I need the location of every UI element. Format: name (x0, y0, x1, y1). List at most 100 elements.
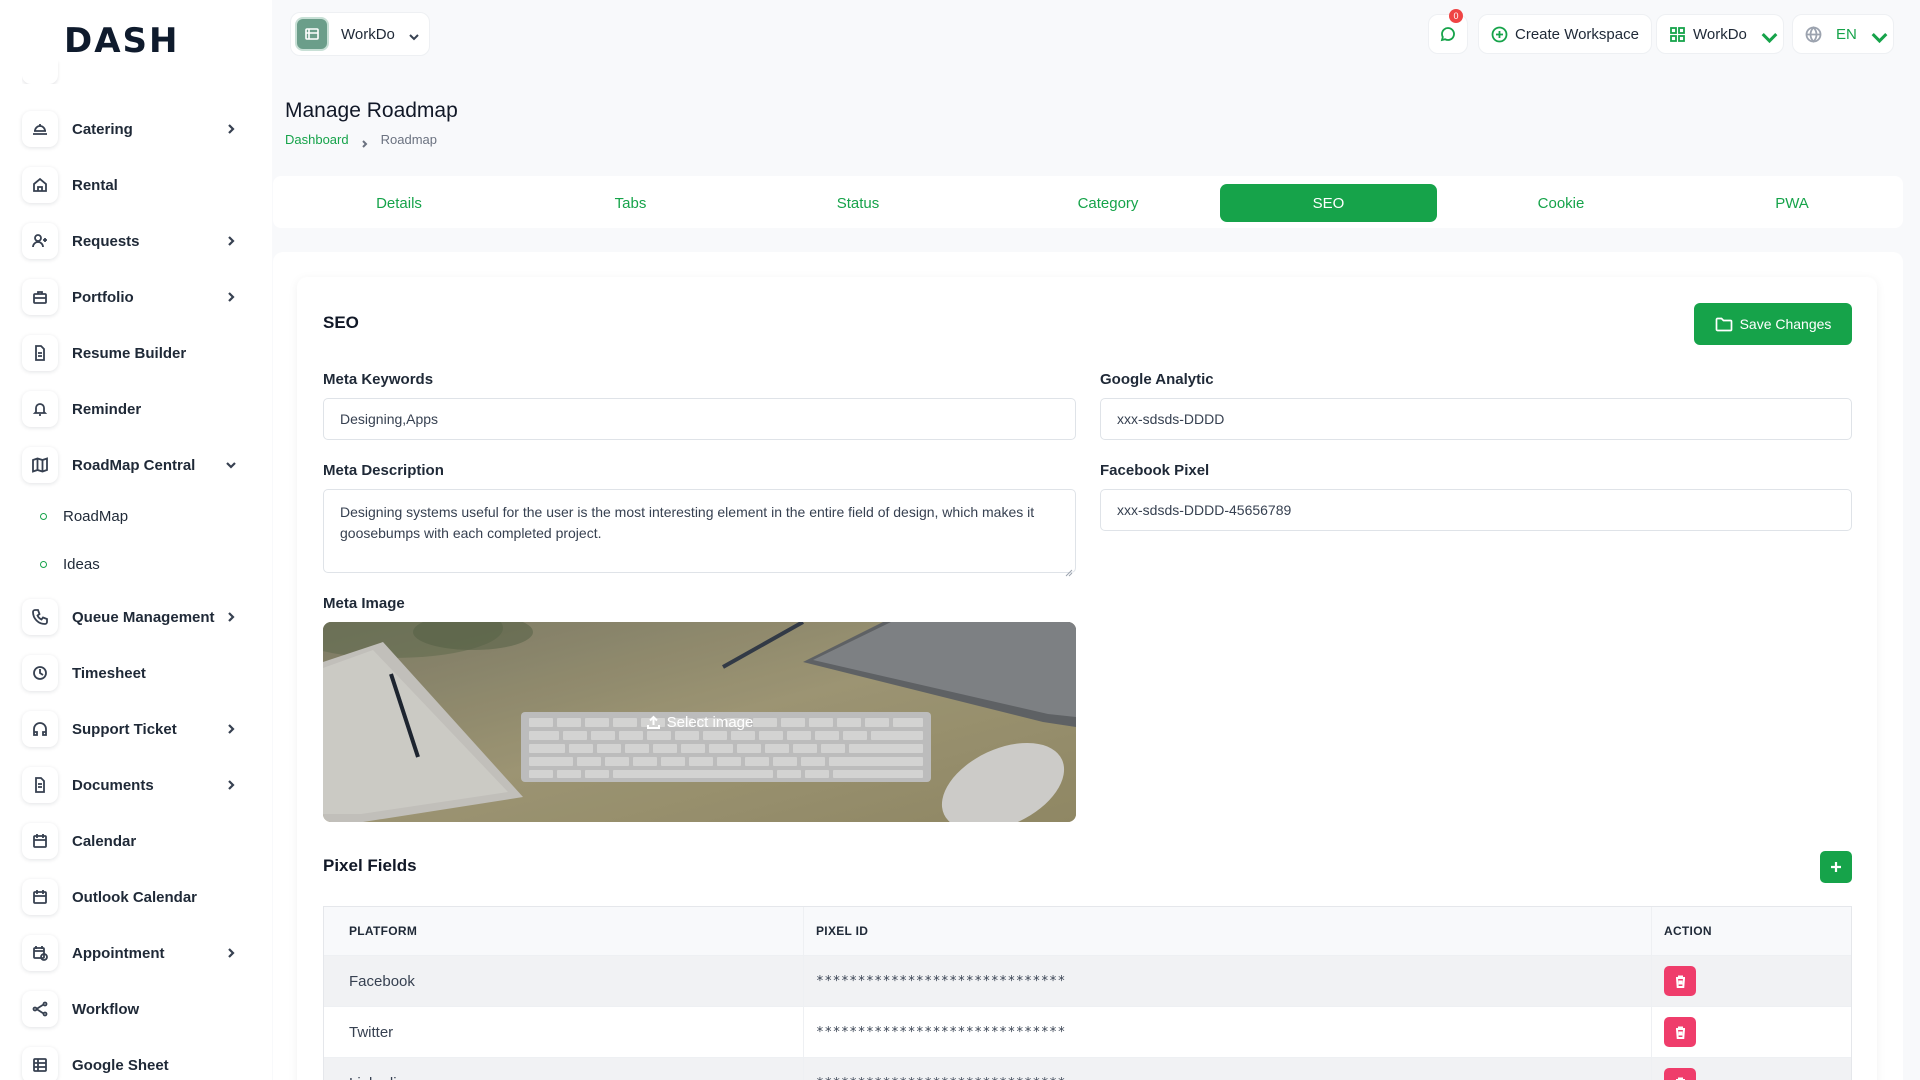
sidebar-item-label: Requests (72, 232, 140, 250)
facebook-pixel-input[interactable]: xxx-sdsds-DDDD-45656789 (1100, 489, 1852, 531)
sidebar-subitem-label: Ideas (63, 555, 100, 573)
breadcrumb-dashboard-link[interactable]: Dashboard (285, 132, 349, 147)
delete-button[interactable] (1664, 966, 1696, 996)
table-row: Linkedin ****************************** (324, 1057, 1851, 1080)
pixel-id-cell: ****************************** (804, 1007, 1652, 1057)
plus-icon (1831, 862, 1841, 872)
catering-icon (22, 111, 58, 147)
sidebar-subitem-roadmap[interactable]: RoadMap (40, 504, 128, 528)
trash-icon (1675, 1026, 1685, 1039)
sidebar-subitem-ideas[interactable]: Ideas (40, 552, 100, 576)
pixel-fields-table: PLATFORM PIXEL ID ACTION Facebook ******… (323, 906, 1852, 1080)
tab-details[interactable]: Details (273, 184, 525, 222)
sidebar-item-requests[interactable]: Requests (22, 219, 238, 263)
sidebar-item-label: Rental (72, 176, 118, 194)
hidden-item-icon (22, 60, 58, 84)
globe-icon (1805, 25, 1822, 43)
language-label: EN (1836, 25, 1857, 43)
save-changes-label: Save Changes (1739, 316, 1832, 332)
sidebar-item-appointment[interactable]: Appointment (22, 931, 238, 975)
select-image-button[interactable]: Select image (323, 622, 1076, 822)
trash-icon (1675, 975, 1685, 988)
workspace-switch-button[interactable]: WorkDo (1656, 14, 1784, 54)
headphones-icon (22, 711, 58, 747)
add-pixel-button[interactable] (1820, 851, 1852, 883)
sidebar-item-label: Outlook Calendar (72, 888, 198, 906)
action-cell (1652, 1007, 1851, 1057)
resize-handle-icon[interactable] (1065, 562, 1073, 577)
sidebar-item-queue-management[interactable]: Queue Management (22, 595, 238, 639)
delete-button[interactable] (1664, 1017, 1696, 1047)
meta-description-textarea[interactable]: Designing systems useful for the user is… (323, 489, 1076, 577)
meta-keywords-label: Meta Keywords (323, 371, 434, 388)
clock-icon (22, 655, 58, 691)
table-header: PLATFORM PIXEL ID ACTION (324, 907, 1851, 955)
action-cell (1652, 1058, 1851, 1080)
sidebar-item-resume-builder[interactable]: Resume Builder (22, 331, 238, 375)
file-icon (22, 335, 58, 371)
delete-button[interactable] (1664, 1068, 1696, 1080)
sidebar-item-workflow[interactable]: Workflow (22, 987, 238, 1031)
sidebar-item-roadmap-central[interactable]: RoadMap Central (22, 443, 238, 487)
language-selector[interactable]: EN (1792, 14, 1894, 54)
sidebar-item-label: Timesheet (72, 664, 146, 682)
sidebar-item-hidden (22, 60, 238, 84)
sidebar-item-label: Google Sheet (72, 1056, 169, 1074)
breadcrumb: Dashboard Roadmap (285, 132, 437, 148)
pixel-id-cell: ****************************** (804, 956, 1652, 1006)
sidebar: DASH Catering Rental Requests Portfolio (0, 0, 272, 1080)
workspace-selector[interactable]: WorkDo (290, 12, 430, 56)
chevron-down-icon (1761, 29, 1778, 44)
briefcase-icon (22, 279, 58, 315)
sidebar-item-label: Portfolio (72, 288, 134, 306)
bell-icon (22, 391, 58, 427)
action-cell (1652, 956, 1851, 1006)
plus-circle-icon (1491, 26, 1508, 42)
tab-seo[interactable]: SEO (1220, 184, 1437, 222)
sidebar-item-label: Documents (72, 776, 154, 794)
tab-cookie[interactable]: Cookie (1451, 184, 1671, 222)
breadcrumb-current: Roadmap (380, 132, 437, 147)
share-icon (22, 991, 58, 1027)
sidebar-item-google-sheet[interactable]: Google Sheet (22, 1043, 238, 1080)
sidebar-item-timesheet[interactable]: Timesheet (22, 651, 238, 695)
meta-keywords-input[interactable]: Designing,Apps (323, 398, 1076, 440)
sidebar-item-reminder[interactable]: Reminder (22, 387, 238, 431)
google-analytic-input[interactable]: xxx-sdsds-DDDD (1100, 398, 1852, 440)
meta-image-preview[interactable]: Select image (323, 622, 1076, 822)
tab-pwa[interactable]: PWA (1683, 184, 1901, 222)
meta-description-text: Designing systems useful for the user is… (340, 504, 1035, 541)
bullet-icon (40, 512, 47, 520)
save-changes-button[interactable]: Save Changes (1694, 303, 1852, 345)
chevron-right-icon (224, 610, 238, 624)
messages-button[interactable]: 0 (1428, 9, 1468, 54)
home-icon (22, 167, 58, 203)
workspace-switch-label: WorkDo (1693, 25, 1747, 43)
sidebar-item-portfolio[interactable]: Portfolio (22, 275, 238, 319)
document-icon (22, 767, 58, 803)
map-icon (22, 447, 58, 483)
sidebar-item-support-ticket[interactable]: Support Ticket (22, 707, 238, 751)
sidebar-item-label: Resume Builder (72, 344, 187, 362)
sidebar-item-outlook-calendar[interactable]: Outlook Calendar (22, 875, 238, 919)
platform-cell: Twitter (324, 1007, 804, 1057)
workspace-avatar-icon (295, 17, 329, 51)
sidebar-item-catering[interactable]: Catering (22, 107, 238, 151)
platform-cell: Linkedin (324, 1058, 804, 1080)
tab-status[interactable]: Status (733, 184, 983, 222)
tab-tabs[interactable]: Tabs (528, 184, 733, 222)
column-header-pixel-id: PIXEL ID (804, 907, 1652, 955)
tab-category[interactable]: Category (988, 184, 1228, 222)
brand-logo[interactable]: DASH (64, 21, 179, 61)
sidebar-item-documents[interactable]: Documents (22, 763, 238, 807)
meta-image-label: Meta Image (323, 595, 405, 612)
create-workspace-button[interactable]: Create Workspace (1478, 14, 1652, 54)
workspace-name: WorkDo (341, 25, 395, 43)
table-row: Twitter ****************************** (324, 1006, 1851, 1057)
sidebar-item-label: Workflow (72, 1000, 140, 1018)
sidebar-item-label: Support Ticket (72, 720, 177, 738)
chevron-right-icon (224, 946, 238, 960)
sidebar-item-calendar[interactable]: Calendar (22, 819, 238, 863)
sidebar-item-label: Calendar (72, 832, 137, 850)
sidebar-item-rental[interactable]: Rental (22, 163, 238, 207)
